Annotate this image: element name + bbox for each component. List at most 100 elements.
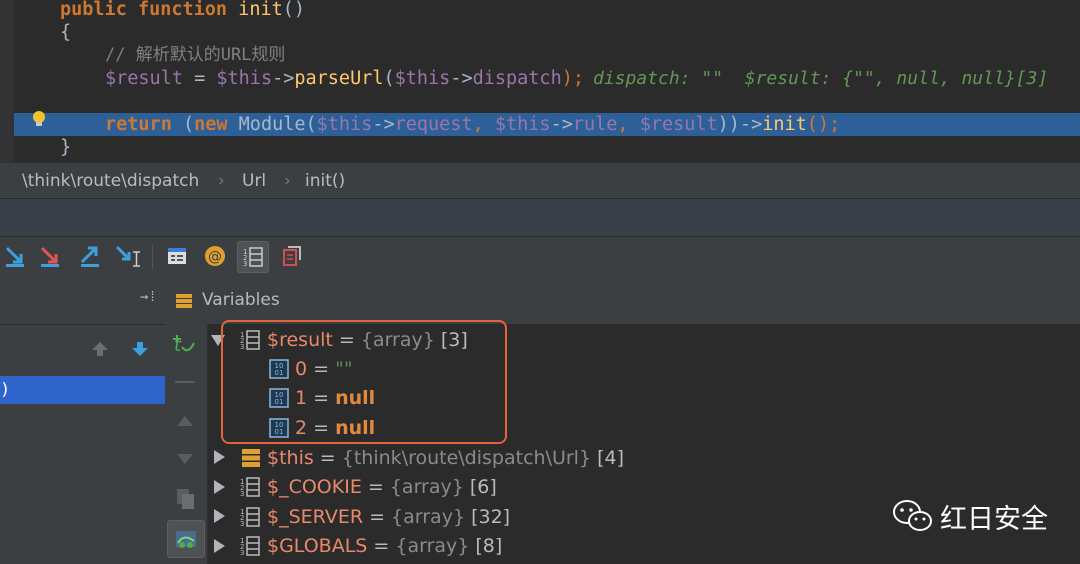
- breadcrumb-separator: ›: [284, 171, 291, 191]
- variables-title: Variables: [202, 290, 280, 310]
- code-text: (: [383, 68, 395, 89]
- variable-name: $_COOKIE: [267, 476, 362, 498]
- property: request: [394, 114, 473, 135]
- code-line-1: public function init(): [60, 0, 305, 21]
- variable: $result: [105, 68, 183, 89]
- svg-text:3: 3: [240, 549, 244, 557]
- move-down-icon[interactable]: [175, 452, 195, 466]
- variable: $this: [494, 114, 551, 135]
- variable-row-this[interactable]: $this = {think\route\dispatch\Url} [4]: [267, 444, 624, 472]
- array-icon: 123: [240, 536, 260, 557]
- watch-icon[interactable]: @: [200, 241, 230, 271]
- new-watch-icon[interactable]: t: [172, 333, 198, 357]
- comment-text: // 解析默认的URL规则: [105, 45, 286, 65]
- code-text: Module(: [227, 114, 317, 135]
- remove-watch-icon[interactable]: [175, 381, 195, 383]
- code-comment: // 解析默认的URL规则: [105, 44, 285, 67]
- code-text: =: [182, 68, 217, 89]
- evaluate-expression-icon[interactable]: [162, 241, 192, 271]
- expand-arrow-icon[interactable]: [214, 539, 225, 553]
- step-over-icon[interactable]: [0, 241, 30, 271]
- breadcrumb-item[interactable]: \think\route\dispatch: [22, 163, 199, 199]
- equals-sign: =: [363, 506, 392, 528]
- code-text: ,: [617, 114, 640, 135]
- function-name: parseUrl: [294, 68, 384, 89]
- annotation-highlight-box: [221, 320, 507, 444]
- code-line-return: return (new Module($this->request, $this…: [105, 113, 840, 136]
- variables-header: Variables: [165, 277, 1080, 325]
- code-line-close: }: [60, 137, 72, 158]
- variable-count: [4]: [591, 447, 624, 469]
- copy-icon[interactable]: [175, 487, 197, 511]
- variable-count: [8]: [469, 535, 503, 557]
- breadcrumb-item[interactable]: Url: [242, 163, 266, 199]
- code-editor[interactable]: public function init() { // 解析默认的URL规则 $…: [0, 0, 1080, 162]
- step-into-icon[interactable]: [35, 241, 65, 271]
- variable-type: {array}: [395, 535, 470, 557]
- run-to-cursor-icon[interactable]: [113, 241, 143, 271]
- function-name: init: [238, 0, 283, 20]
- variable-type: {think\route\dispatch\Url}: [341, 447, 592, 469]
- object-icon: [242, 449, 260, 467]
- code-text: (): [282, 0, 306, 20]
- code-text: (: [171, 114, 195, 135]
- breadcrumb-item[interactable]: init(): [305, 163, 345, 199]
- frame-up-icon[interactable]: [90, 340, 110, 362]
- variable: $this: [394, 68, 451, 89]
- code-text: ->: [550, 114, 573, 135]
- expand-arrow-icon[interactable]: [214, 450, 225, 464]
- keyword: new: [194, 114, 228, 135]
- code-text: ))->: [717, 114, 763, 135]
- step-out-icon[interactable]: [75, 241, 105, 271]
- frame-label: ): [0, 380, 11, 400]
- variable: $this: [316, 114, 373, 135]
- expand-arrow-icon[interactable]: [214, 480, 225, 494]
- wechat-icon: [893, 500, 932, 531]
- svg-text:@: @: [208, 249, 222, 265]
- breadcrumb-separator: ›: [218, 171, 225, 191]
- selected-frame-row[interactable]: ): [0, 376, 165, 404]
- svg-text:3: 3: [243, 260, 247, 268]
- expand-arrow-icon[interactable]: [214, 509, 225, 523]
- toolbar-divider: [152, 245, 153, 269]
- watches-toggle[interactable]: [167, 520, 205, 558]
- frame-down-icon[interactable]: [130, 340, 150, 362]
- debug-toolbar: @ 123: [0, 236, 1080, 278]
- array-icon: 123: [240, 477, 260, 498]
- variable-count: [6]: [463, 476, 497, 498]
- debug-tab-strip: [0, 198, 1080, 237]
- svg-text:3: 3: [240, 490, 244, 498]
- watermark: 红日安全: [892, 496, 1048, 536]
- variable-row-cookie[interactable]: $_COOKIE = {array} [6]: [267, 473, 497, 501]
- equals-sign: =: [313, 447, 342, 469]
- editor-gutter: [0, 0, 14, 162]
- show-values-toggle-icon[interactable]: 123: [237, 241, 269, 273]
- equals-sign: =: [367, 535, 396, 557]
- variable-name: $_SERVER: [267, 506, 364, 528]
- watermark-text: 红日安全: [940, 503, 1048, 535]
- variable-count: [32]: [465, 506, 511, 528]
- variable: $this: [216, 68, 273, 89]
- restore-layout-icon[interactable]: [277, 241, 307, 271]
- frames-header: →⁞: [0, 277, 165, 325]
- variable-row-server[interactable]: $_SERVER = {array} [32]: [267, 503, 510, 531]
- code-line-2: {: [60, 22, 72, 43]
- code-text: ,: [472, 114, 495, 135]
- breadcrumb: \think\route\dispatch › Url › init(): [0, 162, 1080, 199]
- code-line-4: $result = $this->parseUrl($this->dispatc…: [105, 67, 584, 90]
- code-text: ->: [272, 68, 295, 89]
- svg-text:3: 3: [240, 520, 244, 528]
- hide-panel-icon[interactable]: →⁞: [140, 289, 157, 306]
- variables-icon: [176, 294, 192, 308]
- lightbulb-icon[interactable]: [30, 110, 48, 128]
- keyword: return: [105, 114, 172, 135]
- code-text: ->: [450, 68, 473, 89]
- variable: $result: [639, 114, 718, 135]
- array-icon: 123: [240, 507, 260, 528]
- inline-debug-value: dispatch: "" $result: {"", null, null}[3…: [593, 68, 1049, 89]
- variable-row-globals[interactable]: $GLOBALS = {array} [8]: [267, 532, 502, 560]
- code-text: );: [561, 68, 584, 89]
- watches-icon: [176, 531, 196, 548]
- equals-sign: =: [361, 476, 390, 498]
- move-up-icon[interactable]: [175, 414, 195, 428]
